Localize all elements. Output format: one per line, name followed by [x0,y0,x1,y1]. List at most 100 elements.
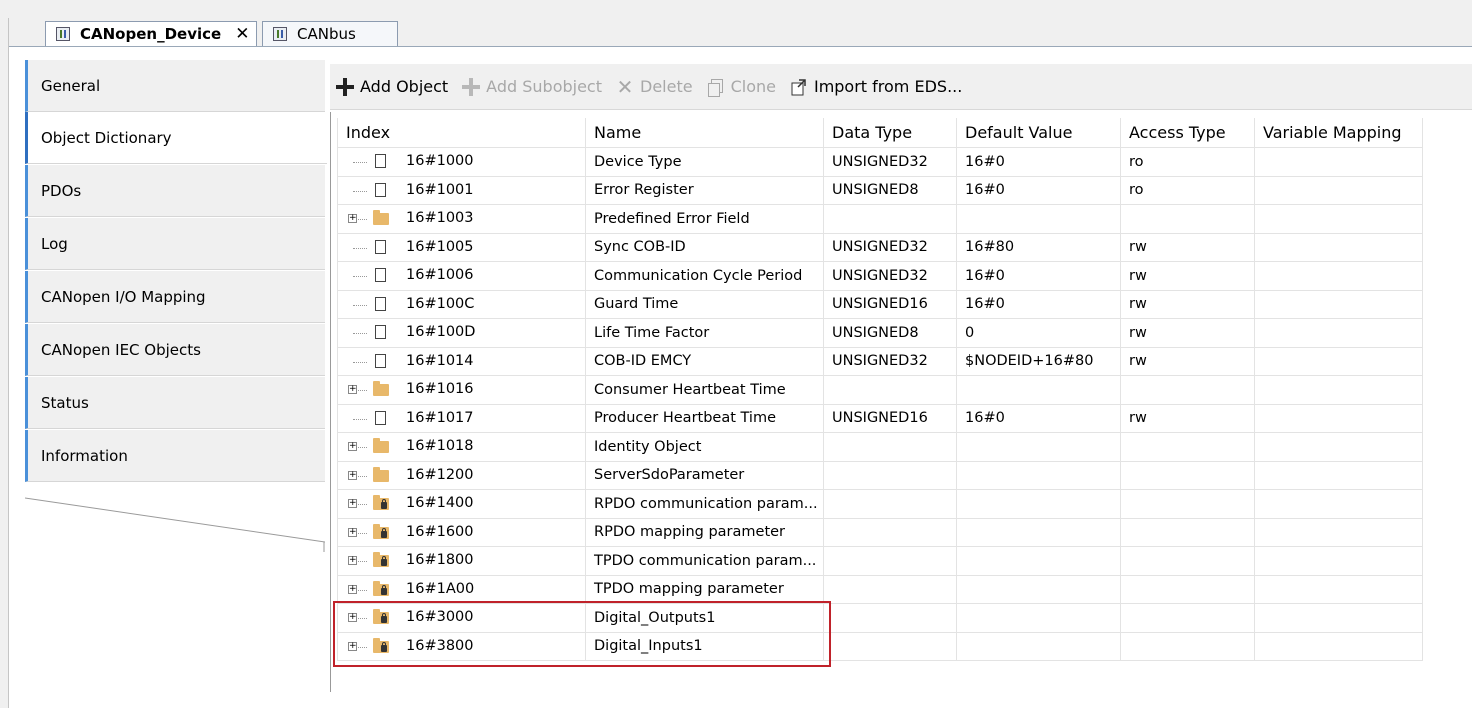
index-cell[interactable]: 16#1006 [337,261,586,291]
default-value-cell[interactable]: 16#0 [956,403,1121,433]
expand-icon[interactable]: + [348,499,357,508]
variable-mapping-cell[interactable] [1254,318,1423,348]
side-tab-log[interactable]: Log [25,218,325,270]
default-value-cell[interactable]: 16#0 [956,289,1121,319]
expand-icon[interactable]: + [348,442,357,451]
variable-mapping-cell[interactable] [1254,346,1423,376]
data-type-cell[interactable]: UNSIGNED8 [823,318,957,348]
name-cell[interactable]: COB-ID EMCY [585,346,824,376]
variable-mapping-cell[interactable] [1254,204,1423,234]
access-type-cell[interactable] [1120,546,1255,576]
name-cell[interactable]: Identity Object [585,432,824,462]
index-cell[interactable]: +16#1003 [337,204,586,234]
variable-mapping-cell[interactable] [1254,175,1423,205]
access-type-cell[interactable] [1120,631,1255,661]
side-tab-canopen-io-mapping[interactable]: CANopen I/O Mapping [25,271,325,323]
access-type-cell[interactable]: ro [1120,147,1255,177]
variable-mapping-cell[interactable] [1254,603,1423,633]
name-cell[interactable]: Error Register [585,175,824,205]
index-cell[interactable]: +16#3000 [337,603,586,633]
access-type-cell[interactable] [1120,489,1255,519]
access-type-cell[interactable] [1120,603,1255,633]
expand-icon[interactable]: + [348,613,357,622]
default-value-cell[interactable] [956,603,1121,633]
name-cell[interactable]: Guard Time [585,289,824,319]
access-type-cell[interactable] [1120,460,1255,490]
table-row[interactable]: +16#3000 Digital_Outputs1 [337,603,1423,633]
data-type-cell[interactable] [823,204,957,234]
index-cell[interactable]: 16#1005 [337,232,586,262]
access-type-cell[interactable]: ro [1120,175,1255,205]
data-type-cell[interactable]: UNSIGNED32 [823,147,957,177]
variable-mapping-cell[interactable] [1254,289,1423,319]
import-from-eds-button[interactable]: Import from EDS... [790,77,962,96]
default-value-cell[interactable] [956,574,1121,604]
expand-icon[interactable]: + [348,214,357,223]
column-header-access-type[interactable]: Access Type [1120,118,1255,148]
expand-icon[interactable]: + [348,470,357,480]
variable-mapping-cell[interactable] [1254,489,1423,519]
name-cell[interactable]: TPDO mapping parameter [585,574,824,604]
table-row[interactable]: 16#1014 COB-ID EMCY UNSIGNED32 $NODEID+16#8… [337,346,1423,376]
access-type-cell[interactable]: rw [1120,261,1255,291]
table-row[interactable]: +16#1400 RPDO communication param... [337,489,1423,519]
name-cell[interactable]: Digital_Inputs1 [585,631,824,661]
index-cell[interactable]: +16#1400 [337,489,586,519]
name-cell[interactable]: Digital_Outputs1 [585,603,824,633]
data-type-cell[interactable]: UNSIGNED8 [823,175,957,205]
column-header-name[interactable]: Name [585,118,824,148]
variable-mapping-cell[interactable] [1254,432,1423,462]
variable-mapping-cell[interactable] [1254,261,1423,291]
data-type-cell[interactable] [823,517,957,547]
variable-mapping-cell[interactable] [1254,147,1423,177]
name-cell[interactable]: Sync COB-ID [585,232,824,262]
index-cell[interactable]: +16#1A00 [337,574,586,604]
index-cell[interactable]: 16#1017 [337,403,586,433]
side-tab-information[interactable]: Information [25,430,325,482]
name-cell[interactable]: RPDO mapping parameter [585,517,824,547]
column-header-index[interactable]: Index [337,118,586,148]
side-tab-pdos[interactable]: PDOs [25,165,325,217]
default-value-cell[interactable] [956,631,1121,661]
data-type-cell[interactable] [823,574,957,604]
default-value-cell[interactable]: 16#80 [956,232,1121,262]
table-row[interactable]: +16#1003 Predefined Error Field [337,204,1423,234]
expand-icon[interactable]: + [348,527,357,537]
access-type-cell[interactable] [1120,375,1255,405]
default-value-cell[interactable]: 16#0 [956,175,1121,205]
default-value-cell[interactable] [956,432,1121,462]
name-cell[interactable]: TPDO communication param... [585,546,824,576]
name-cell[interactable]: Consumer Heartbeat Time [585,375,824,405]
delete-button[interactable]: ✕ Delete [616,77,693,97]
index-cell[interactable]: +16#1800 [337,546,586,576]
table-row[interactable]: +16#1A00 TPDO mapping parameter [337,574,1423,604]
data-type-cell[interactable] [823,432,957,462]
index-cell[interactable]: 16#100D [337,318,586,348]
name-cell[interactable]: Communication Cycle Period [585,261,824,291]
expand-icon[interactable]: + [348,556,357,565]
table-row[interactable]: +16#1016 Consumer Heartbeat Time [337,375,1423,405]
default-value-cell[interactable] [956,460,1121,490]
access-type-cell[interactable]: rw [1120,318,1255,348]
table-row[interactable]: +16#1200 ServerSdoParameter [337,460,1423,490]
default-value-cell[interactable]: 16#0 [956,261,1121,291]
data-type-cell[interactable]: UNSIGNED32 [823,232,957,262]
side-tab-general[interactable]: General [25,60,325,112]
expand-icon[interactable]: + [348,385,357,394]
tab-canopen-device[interactable]: CANopen_Device ✕ [45,21,257,46]
access-type-cell[interactable] [1120,574,1255,604]
name-cell[interactable]: Predefined Error Field [585,204,824,234]
add-subobject-button[interactable]: Add Subobject [462,77,602,96]
index-cell[interactable]: +16#1016 [337,375,586,405]
index-cell[interactable]: 16#1001 [337,175,586,205]
table-row[interactable]: +16#1800 TPDO communication param... [337,546,1423,576]
close-icon[interactable]: ✕ [235,24,249,44]
data-type-cell[interactable] [823,546,957,576]
variable-mapping-cell[interactable] [1254,375,1423,405]
data-type-cell[interactable]: UNSIGNED16 [823,289,957,319]
table-row[interactable]: 16#1001 Error Register UNSIGNED8 16#0 ro [337,175,1423,205]
tab-canbus[interactable]: CANbus [262,21,398,46]
name-cell[interactable]: ServerSdoParameter [585,460,824,490]
variable-mapping-cell[interactable] [1254,574,1423,604]
data-type-cell[interactable]: UNSIGNED16 [823,403,957,433]
